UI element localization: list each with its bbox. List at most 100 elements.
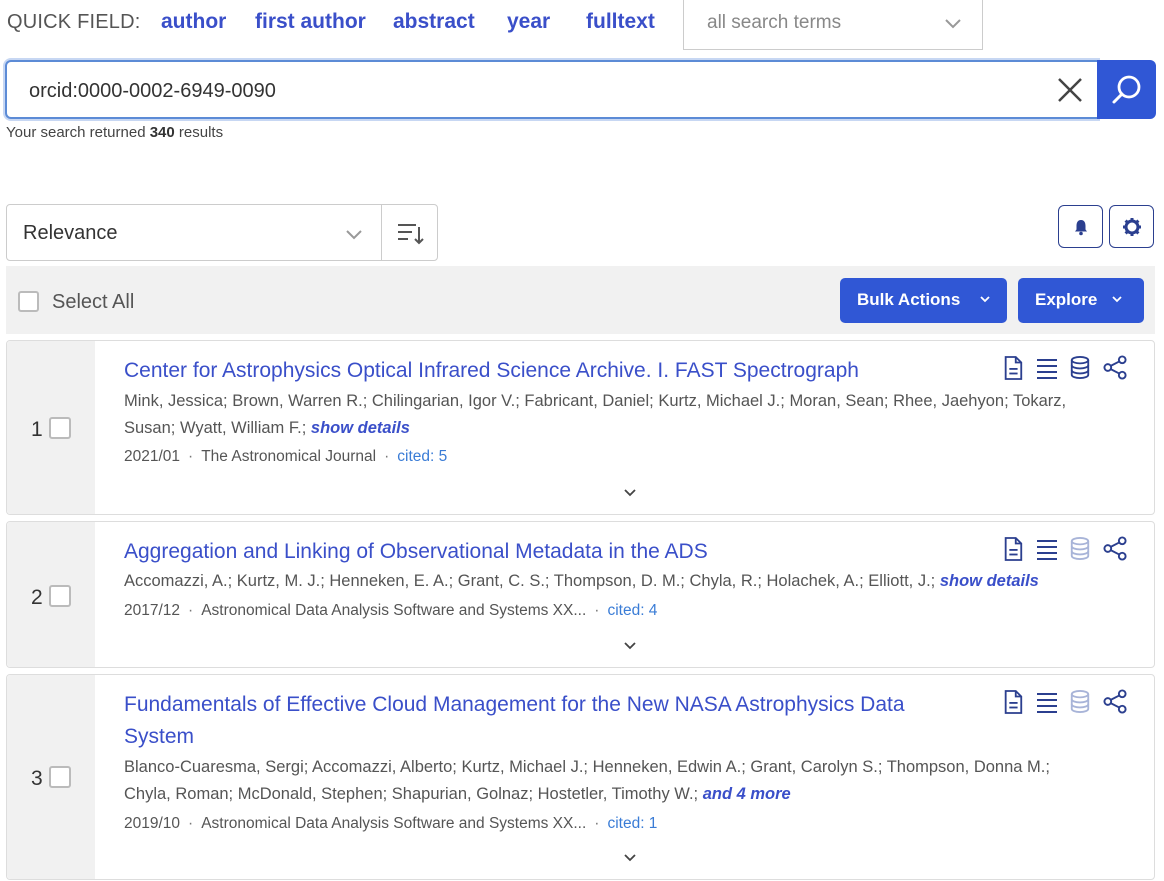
result-count-suffix: results <box>174 124 224 141</box>
chevron-down-icon[interactable] <box>622 852 638 864</box>
result-publication: The Astronomical Journal <box>201 448 377 465</box>
results-toolbar: Select All Bulk Actions Explore <box>6 266 1155 334</box>
database-icon[interactable] <box>1069 355 1091 380</box>
show-details-link[interactable]: show details <box>311 419 410 437</box>
gear-icon <box>1123 218 1141 236</box>
quick-field-year[interactable]: year <box>507 10 550 34</box>
clear-search-button[interactable] <box>1054 74 1086 106</box>
chevron-down-icon <box>346 230 362 240</box>
result-tools <box>1002 355 1132 383</box>
close-icon <box>1058 78 1082 102</box>
result-tools <box>1002 536 1132 564</box>
bulk-actions-label: Bulk Actions <box>857 290 961 309</box>
quick-field-row: QUICK FIELD: author first author abstrac… <box>0 0 1164 50</box>
quick-field-abstract[interactable]: abstract <box>393 10 475 34</box>
sort-descending-icon <box>398 224 424 245</box>
show-details-link[interactable]: show details <box>940 572 1039 590</box>
chevron-down-icon <box>945 19 961 29</box>
bell-icon <box>1075 220 1087 236</box>
share-icon[interactable] <box>1103 689 1128 714</box>
select-all-checkbox[interactable] <box>18 291 39 312</box>
result-title-line: Center for Astrophysics Optical Infrared… <box>124 359 859 382</box>
abstract-lines-icon[interactable] <box>1036 357 1058 379</box>
quick-field-fulltext[interactable]: fulltext <box>586 10 655 34</box>
search-terms-select[interactable]: all search terms <box>683 0 983 50</box>
result-checkbox[interactable] <box>49 417 71 439</box>
result-authors: Mink, Jessica; Brown, Warren R.; Chiling… <box>124 388 1134 442</box>
result-title[interactable]: Center for Astrophysics Optical Infrared… <box>124 355 859 387</box>
abstract-lines-icon[interactable] <box>1036 691 1058 713</box>
explore-label: Explore <box>1035 290 1098 309</box>
result-cited-link[interactable]: cited: 5 <box>397 448 447 465</box>
search-box <box>5 60 1098 119</box>
chevron-down-icon[interactable] <box>622 640 638 652</box>
document-icon[interactable] <box>1002 355 1024 381</box>
result-title-line: Fundamentals of Effective Cloud Manageme… <box>124 693 905 716</box>
database-icon-disabled <box>1070 537 1090 560</box>
result-authors: Accomazzi, A.; Kurtz, M. J.; Henneken, E… <box>124 568 1134 595</box>
result-item: 3 Fundamentals of Effective Cloud Manage… <box>6 674 1155 880</box>
separator-dot: · <box>188 815 194 832</box>
notifications-button[interactable] <box>1058 205 1103 248</box>
result-authors-line: Accomazzi, A.; Kurtz, M. J.; Henneken, E… <box>124 572 940 590</box>
share-icon[interactable] <box>1103 536 1128 561</box>
result-item: 2 Aggregation and Linking of Observation… <box>6 521 1155 668</box>
search-button[interactable] <box>1097 60 1156 119</box>
document-icon[interactable] <box>1002 536 1024 562</box>
result-index: 3 <box>31 767 43 790</box>
result-authors-line: Blanco-Cuaresma, Sergi; Accomazzi, Alber… <box>124 758 1050 776</box>
select-all-label[interactable]: Select All <box>52 291 134 314</box>
result-count-number: 340 <box>149 124 175 141</box>
result-authors-line: Chyla, Roman; McDonald, Stephen; Shapuri… <box>124 785 703 803</box>
result-authors: Blanco-Cuaresma, Sergi; Accomazzi, Alber… <box>124 754 1134 808</box>
separator-dot: · <box>188 448 194 465</box>
quick-field-first-author[interactable]: first author <box>255 10 366 34</box>
result-authors-line: Mink, Jessica; Brown, Warren R.; Chiling… <box>124 392 1067 410</box>
result-publication: Astronomical Data Analysis Software and … <box>201 602 587 619</box>
search-terms-select-value: all search terms <box>707 12 842 33</box>
result-meta: 2019/10 · Astronomical Data Analysis Softw… <box>124 815 657 833</box>
result-date: 2019/10 <box>124 815 181 832</box>
database-icon-disabled <box>1070 690 1090 713</box>
result-publication: Astronomical Data Analysis Software and … <box>201 815 587 832</box>
result-meta: 2021/01 · The Astronomical Journal · cited: … <box>124 448 447 466</box>
abstract-lines-icon[interactable] <box>1036 538 1058 560</box>
result-date: 2021/01 <box>124 448 181 465</box>
result-count-prefix: Your search returned <box>6 124 150 141</box>
separator-dot: · <box>594 815 600 832</box>
share-icon[interactable] <box>1103 355 1128 380</box>
result-title-line: System <box>124 725 195 748</box>
result-count: Your search returned 340 results <box>6 124 223 141</box>
result-item: 1 Center for Astrophysics Optical Infrar… <box>6 340 1155 515</box>
result-meta: 2017/12 · Astronomical Data Analysis Softw… <box>124 602 657 620</box>
result-tools <box>1002 689 1132 717</box>
settings-button[interactable] <box>1109 205 1154 248</box>
quick-field-author[interactable]: author <box>161 10 226 34</box>
result-title[interactable]: Fundamentals of Effective Cloud Manageme… <box>124 689 905 753</box>
separator-dot: · <box>594 602 600 619</box>
search-icon <box>1112 75 1141 104</box>
sort-direction-button[interactable] <box>381 204 438 261</box>
and-more-link[interactable]: and 4 more <box>703 785 791 803</box>
chevron-down-icon[interactable] <box>622 487 638 499</box>
search-input[interactable] <box>29 76 1029 106</box>
result-cited-link[interactable]: cited: 4 <box>607 602 657 619</box>
chevron-down-icon <box>1112 296 1122 303</box>
result-authors-line: Susan; Wyatt, William F.; <box>124 419 311 437</box>
document-icon[interactable] <box>1002 689 1024 715</box>
result-date: 2017/12 <box>124 602 181 619</box>
chevron-down-icon <box>980 296 990 303</box>
separator-dot: · <box>188 602 194 619</box>
explore-button[interactable]: Explore <box>1018 278 1144 323</box>
sort-select-value: Relevance <box>23 222 118 244</box>
result-cited-link[interactable]: cited: 1 <box>607 815 657 832</box>
result-title[interactable]: Aggregation and Linking of Observational… <box>124 536 708 568</box>
result-checkbox[interactable] <box>49 585 71 607</box>
separator-dot: · <box>384 448 390 465</box>
bulk-actions-button[interactable]: Bulk Actions <box>840 278 1007 323</box>
result-checkbox[interactable] <box>49 766 71 788</box>
sort-select[interactable]: Relevance <box>6 204 382 261</box>
result-index: 1 <box>31 418 43 441</box>
result-index: 2 <box>31 586 43 609</box>
quick-field-label: QUICK FIELD: <box>7 11 141 33</box>
